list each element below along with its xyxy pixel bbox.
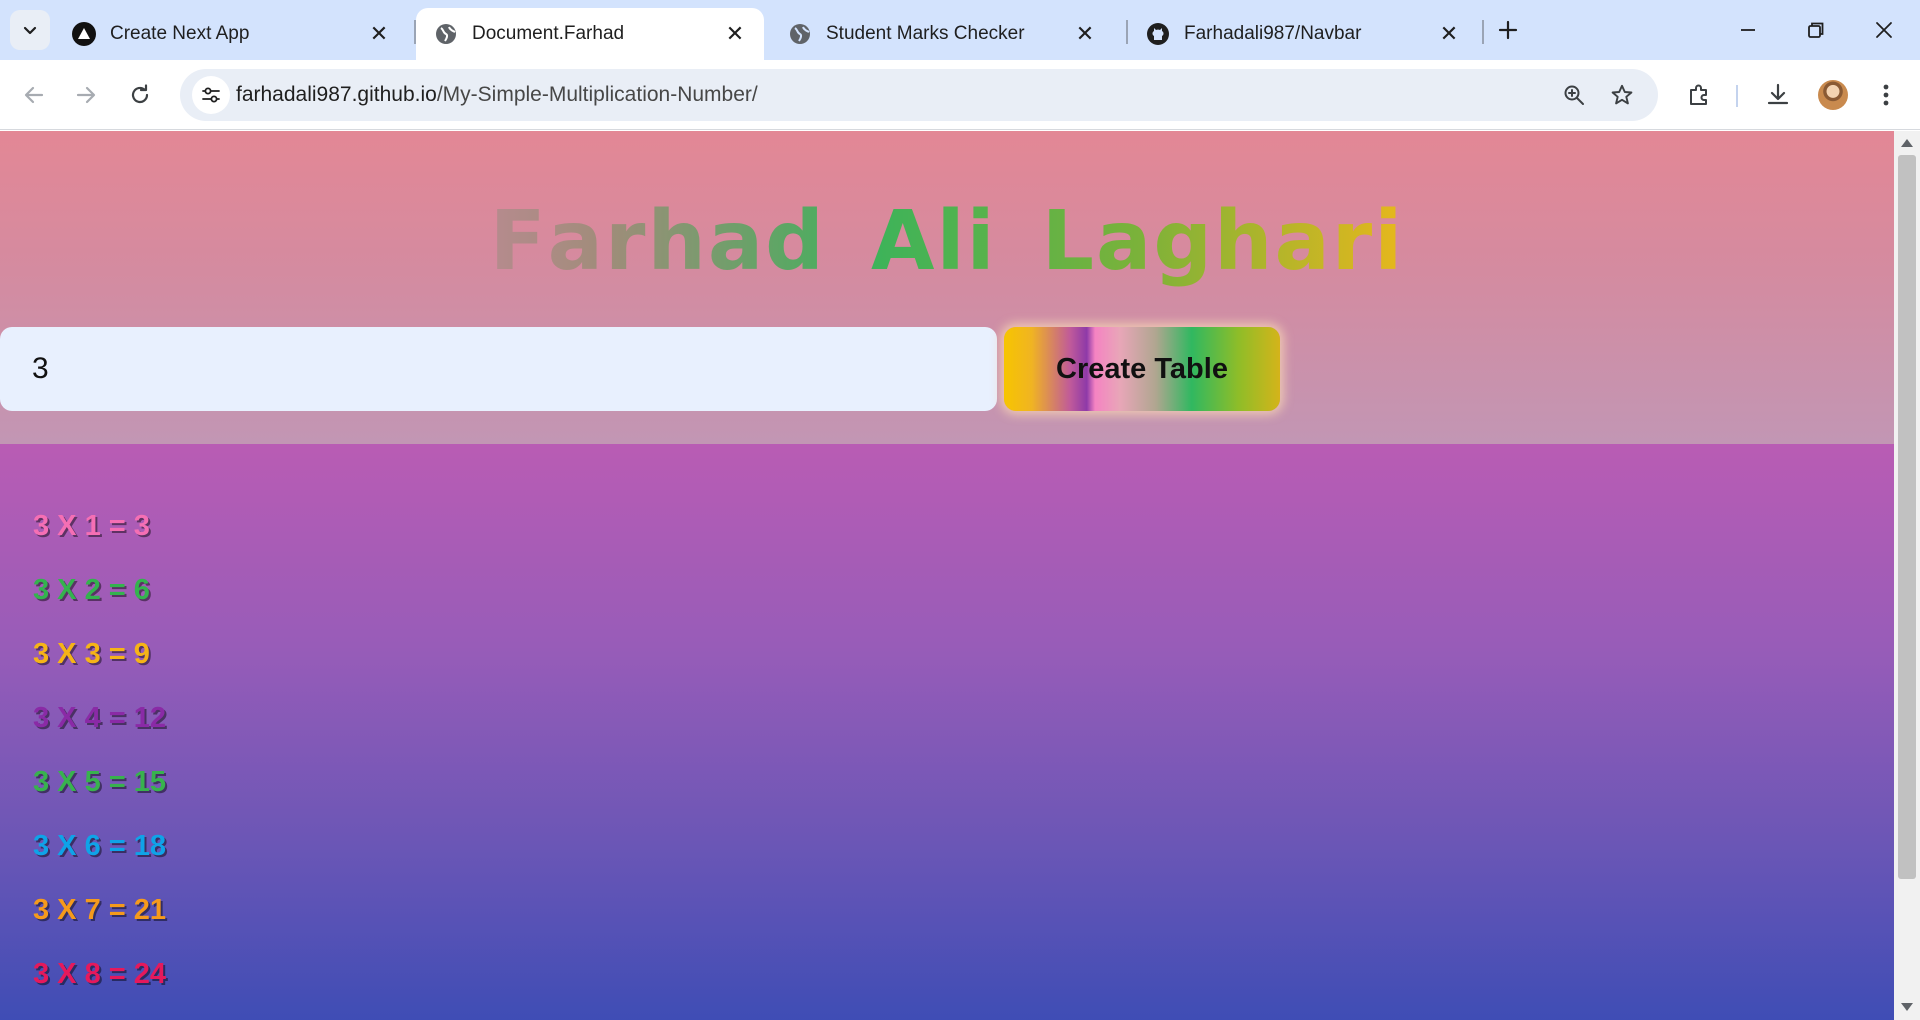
table-row: 3 X 3 = 9: [33, 637, 150, 670]
close-icon: [1876, 22, 1892, 38]
new-tab-button[interactable]: [1492, 14, 1524, 46]
title-letter: l: [936, 194, 967, 289]
download-icon: [1767, 83, 1789, 105]
close-icon[interactable]: ✕: [1072, 21, 1098, 47]
reload-icon: [131, 84, 149, 104]
close-icon[interactable]: ✕: [366, 21, 392, 47]
page-viewport: Farhad Ali Laghari Create Table 3 X 1 = …: [0, 131, 1894, 1020]
url-host: farhadali987.github.io: [236, 83, 437, 106]
chevron-down-icon: [23, 26, 37, 35]
tab-title: Create Next App: [110, 23, 250, 44]
tab-title: Farhadali987/Navbar: [1184, 23, 1362, 44]
extensions-button[interactable]: [1677, 73, 1721, 117]
table-row: 3 X 7 = 21: [33, 893, 167, 926]
menu-button[interactable]: [1864, 73, 1908, 117]
tab-github-navbar[interactable]: Farhadali987/Navbar ✕: [1128, 8, 1478, 60]
profile-avatar[interactable]: [1818, 80, 1848, 110]
title-letter: i: [1374, 194, 1405, 289]
tab-title: Student Marks Checker: [826, 23, 1025, 44]
title-letter: a: [707, 194, 766, 289]
address-bar[interactable]: farhadali987.github.io/My-Simple-Multipl…: [180, 69, 1658, 121]
site-title: Farhad Ali Laghari: [0, 194, 1894, 289]
number-input[interactable]: [0, 327, 997, 411]
title-letter: a: [547, 194, 605, 289]
title-letter: d: [765, 194, 826, 289]
minimize-icon: [1741, 29, 1755, 31]
page-header: Farhad Ali Laghari Create Table: [0, 131, 1894, 444]
forward-button[interactable]: [64, 73, 108, 117]
tab-separator: [1482, 20, 1484, 44]
create-table-button[interactable]: Create Table: [1004, 327, 1280, 411]
multiplication-table: 3 X 1 = 3 3 X 2 = 6 3 X 3 = 9 3 X 4 = 12 3 X…: [33, 494, 166, 1006]
downloads-button[interactable]: [1756, 73, 1800, 117]
puzzle-icon: [1690, 84, 1707, 105]
results-area: 3 X 1 = 3 3 X 2 = 6 3 X 3 = 9 3 X 4 = 12 3 X…: [0, 444, 1894, 1020]
title-letter: a: [1274, 194, 1332, 289]
minimize-button[interactable]: [1726, 8, 1770, 52]
more-vertical-icon: [1883, 84, 1889, 106]
title-letter: h: [1214, 194, 1275, 289]
title-letter: L: [1041, 194, 1097, 289]
close-icon[interactable]: ✕: [722, 21, 748, 47]
zoom-in-icon: [1564, 85, 1584, 105]
arrow-right-icon: [76, 86, 96, 104]
browser-toolbar: farhadali987.github.io/My-Simple-Multipl…: [0, 60, 1920, 130]
table-row: 3 X 5 = 15: [33, 765, 167, 798]
scroll-up-icon[interactable]: [1901, 139, 1913, 147]
back-button[interactable]: [12, 73, 56, 117]
scroll-thumb[interactable]: [1898, 155, 1916, 879]
title-letter: a: [1096, 194, 1154, 289]
title-letter: r: [1331, 194, 1375, 289]
globe-icon: [790, 24, 810, 44]
zoom-button[interactable]: [1554, 75, 1594, 115]
globe-icon: [436, 24, 456, 44]
reload-button[interactable]: [118, 73, 162, 117]
tab-search-button[interactable]: [10, 10, 50, 50]
title-letter: r: [604, 194, 648, 289]
close-window-button[interactable]: [1862, 8, 1906, 52]
page-scrollbar[interactable]: [1894, 131, 1920, 1020]
tune-icon: [202, 87, 220, 103]
title-letter: h: [647, 194, 708, 289]
title-letter: i: [966, 194, 997, 289]
title-letter: F: [489, 194, 548, 289]
triangle-logo-icon: [72, 22, 96, 46]
tab-title: Document.Farhad: [472, 23, 625, 44]
arrow-left-icon: [24, 86, 44, 104]
tab-create-next-app[interactable]: Create Next App ✕: [54, 8, 408, 60]
plus-icon: [1498, 20, 1518, 40]
url-path: /My-Simple-Multiplication-Number/: [436, 83, 758, 106]
table-row: 3 X 4 = 12: [33, 701, 167, 734]
table-row: 3 X 2 = 6: [33, 573, 150, 606]
title-letter: g: [1153, 194, 1215, 289]
tab-document-farhad[interactable]: Document.Farhad ✕: [416, 8, 764, 60]
table-row: 3 X 1 = 3: [33, 509, 150, 542]
tab-student-marks-checker[interactable]: Student Marks Checker ✕: [770, 8, 1114, 60]
github-icon: [1147, 23, 1169, 45]
table-row: 3 X 6 = 18: [33, 829, 167, 862]
close-icon[interactable]: ✕: [1436, 21, 1462, 47]
toolbar-separator: [1736, 85, 1738, 107]
url-text[interactable]: farhadali987.github.io/My-Simple-Multipl…: [236, 69, 758, 121]
bookmark-button[interactable]: [1602, 75, 1642, 115]
table-row: 3 X 8 = 24: [33, 957, 167, 990]
star-icon: [1611, 84, 1633, 105]
site-info-button[interactable]: [192, 76, 230, 114]
restore-icon: [1808, 22, 1824, 38]
title-letter: A: [870, 194, 937, 289]
restore-button[interactable]: [1794, 8, 1838, 52]
tab-strip: Create Next App ✕ Document.Farhad ✕ Stud…: [0, 0, 1920, 60]
scroll-down-icon[interactable]: [1901, 1003, 1913, 1011]
